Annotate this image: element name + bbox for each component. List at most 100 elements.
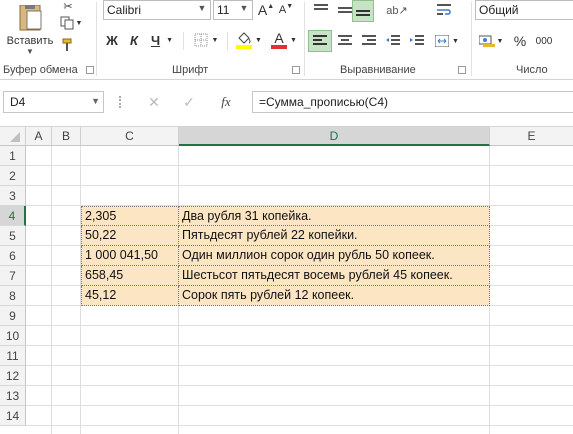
column-header-b[interactable]: B xyxy=(52,127,81,146)
font-dialog-launcher[interactable] xyxy=(292,66,300,74)
bold-label: Ж xyxy=(106,32,118,48)
row-header[interactable]: 4 xyxy=(0,206,26,226)
number-format-value: Общий xyxy=(479,3,519,17)
row-header[interactable]: 11 xyxy=(0,346,26,366)
orientation-button[interactable]: ab↗ xyxy=(382,0,412,20)
cut-button[interactable]: ✂ xyxy=(58,0,78,13)
row-header[interactable]: 9 xyxy=(0,306,26,326)
comma-style-button[interactable]: 000 xyxy=(532,30,556,52)
chevron-down-icon: ▼ xyxy=(290,36,297,44)
name-box[interactable]: D4 ▼ xyxy=(3,91,104,113)
number-format-combo[interactable]: Общий xyxy=(475,0,573,20)
bold-button[interactable]: Ж xyxy=(103,30,121,50)
row-header[interactable]: 1 xyxy=(0,146,26,166)
chevron-down-icon: ▼ xyxy=(75,19,83,27)
borders-icon xyxy=(194,33,208,47)
formula-bar-grip[interactable] xyxy=(119,96,122,108)
cell-d5[interactable]: Пятьдесят рублей 22 копейки. xyxy=(179,226,490,246)
gridline xyxy=(26,185,573,186)
gridline xyxy=(26,385,573,386)
increase-indent-button[interactable] xyxy=(406,30,428,52)
align-right-icon xyxy=(362,35,376,47)
wrap-text-button[interactable] xyxy=(432,0,456,20)
confirm-entry-button[interactable]: ✓ xyxy=(180,93,198,111)
currency-format-button[interactable]: ▼ xyxy=(476,30,506,52)
italic-label: К xyxy=(130,32,138,48)
formula-bar: D4 ▼ ✕ ✓ fx =Сумма_прописью(C4) xyxy=(0,80,573,127)
cell-c4[interactable]: 2,305 xyxy=(81,206,179,226)
chevron-down-icon[interactable]: ▼ xyxy=(91,96,100,106)
row-header[interactable]: 13 xyxy=(0,386,26,406)
scissors-icon: ✂ xyxy=(63,0,73,13)
row-header[interactable]: 5 xyxy=(0,226,26,246)
shrink-font-button[interactable]: A ▼ xyxy=(277,0,295,20)
gridline xyxy=(26,165,573,166)
row-header[interactable]: 8 xyxy=(0,286,26,306)
row-header[interactable]: 10 xyxy=(0,326,26,346)
group-divider xyxy=(96,2,97,76)
font-color-button[interactable]: A ▼ xyxy=(268,28,300,52)
currency-icon xyxy=(478,34,495,48)
align-right-button[interactable] xyxy=(358,30,380,52)
cell-c7[interactable]: 658,45 xyxy=(81,266,179,286)
cell-d7[interactable]: Шестьсот пятьдесят восемь рублей 45 копе… xyxy=(179,266,490,286)
font-color-label: A xyxy=(274,30,284,46)
font-name-value: Calibri xyxy=(107,3,142,17)
decrease-indent-button[interactable] xyxy=(382,30,404,52)
font-name-combo[interactable]: Calibri ▼ xyxy=(103,0,211,20)
gridline xyxy=(26,325,573,326)
align-top-icon xyxy=(314,4,328,16)
cancel-entry-button[interactable]: ✕ xyxy=(145,93,163,111)
alignment-dialog-launcher[interactable] xyxy=(458,66,466,74)
cell-c8[interactable]: 45,12 xyxy=(81,286,179,306)
column-header-e[interactable]: E xyxy=(490,127,573,146)
cell-d8[interactable]: Сорок пять рублей 12 копеек. xyxy=(179,286,490,306)
grow-font-button[interactable]: A ▲ xyxy=(257,0,275,20)
row-header[interactable]: 6 xyxy=(0,246,26,266)
paste-button[interactable]: Вставить ▼ xyxy=(4,0,56,60)
column-header-c[interactable]: C xyxy=(81,127,179,146)
cell-d4[interactable]: Два рубля 31 копейка. xyxy=(179,206,490,226)
align-top-button[interactable] xyxy=(310,0,332,20)
insert-function-button[interactable]: fx xyxy=(216,93,236,111)
cell-c6[interactable]: 1 000 041,50 xyxy=(81,246,179,266)
grow-font-icon: A xyxy=(257,2,268,18)
paste-label: Вставить xyxy=(6,34,54,47)
row-header[interactable]: 2 xyxy=(0,166,26,186)
column-header-d[interactable]: D xyxy=(179,127,490,146)
underline-button[interactable]: Ч ▼ xyxy=(147,30,177,50)
align-bottom-button[interactable] xyxy=(352,0,374,22)
chevron-down-icon: ▼ xyxy=(239,3,249,13)
name-box-value: D4 xyxy=(10,95,26,109)
align-left-icon xyxy=(313,35,327,47)
align-middle-icon xyxy=(338,4,352,16)
row-header[interactable]: 3 xyxy=(0,186,26,206)
row-header[interactable]: 7 xyxy=(0,266,26,286)
cell-d6[interactable]: Один миллион сорок один рубль 50 копеек. xyxy=(179,246,490,266)
select-all-corner[interactable] xyxy=(0,127,26,146)
group-divider xyxy=(304,2,305,76)
copy-button[interactable]: ▼ xyxy=(58,14,84,32)
paint-bucket-icon xyxy=(236,31,253,49)
row-header[interactable]: 12 xyxy=(0,366,26,386)
fill-color-button[interactable]: ▼ xyxy=(233,28,265,52)
formula-text: =Сумма_прописью(C4) xyxy=(259,95,389,109)
percent-style-button[interactable]: % xyxy=(510,30,530,52)
clipboard-dialog-launcher[interactable] xyxy=(86,66,94,74)
font-color-icon: A xyxy=(271,30,288,49)
align-left-button[interactable] xyxy=(308,30,332,52)
row-header[interactable]: 14 xyxy=(0,406,26,426)
borders-button[interactable]: ▼ xyxy=(190,30,222,50)
cell-c5[interactable]: 50,22 xyxy=(81,226,179,246)
column-header-a[interactable]: A xyxy=(26,127,52,146)
checkmark-icon: ✓ xyxy=(183,93,195,110)
merge-center-button[interactable]: ▼ xyxy=(432,30,462,52)
formula-input[interactable]: =Сумма_прописью(C4) xyxy=(252,91,573,113)
orientation-icon: ab↗ xyxy=(386,4,408,17)
worksheet-grid: A B C D E 1 2 3 4 5 6 7 8 9 10 11 12 13 … xyxy=(0,127,573,434)
format-painter-button[interactable] xyxy=(58,36,78,54)
chevron-down-icon: ▼ xyxy=(255,36,262,44)
align-center-button[interactable] xyxy=(334,30,356,52)
font-size-combo[interactable]: 11 ▼ xyxy=(213,0,253,20)
italic-button[interactable]: К xyxy=(125,30,143,50)
